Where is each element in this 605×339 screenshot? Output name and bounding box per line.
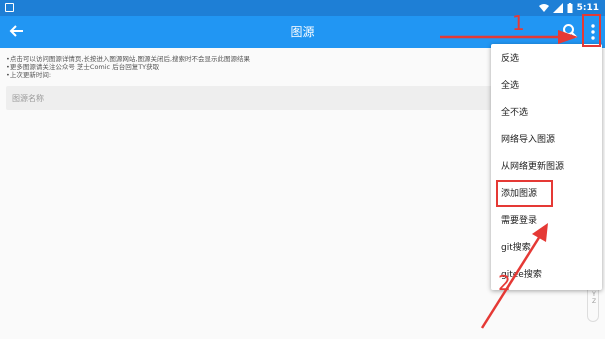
info-notes: •点击可以访问图源详情页,长按进入图源网站,图源关闭后,搜索时不会显示此图源结果… — [6, 55, 250, 79]
note-line: •更多图源请关注公众号 芝士Comic 后台回复TY获取 — [6, 63, 160, 71]
status-bar: 5:11 — [0, 0, 605, 16]
alphabet-letter[interactable]: Y — [589, 291, 599, 298]
menu-item-invert-select[interactable]: 反选 — [491, 46, 602, 73]
menu-item-update-from-network[interactable]: 从网络更新图源 — [491, 154, 602, 181]
menu-item-git-search[interactable]: git搜索 — [491, 235, 602, 262]
menu-item-login-required[interactable]: 需要登录 — [491, 208, 602, 235]
overflow-menu: 反选 全选 全不选 网络导入图源 从网络更新图源 添加图源 需要登录 git搜索… — [491, 44, 602, 290]
page-title: 图源 — [290, 25, 315, 39]
source-name-input[interactable] — [12, 91, 572, 105]
signal-icon — [552, 3, 563, 13]
search-icon[interactable] — [562, 23, 578, 39]
menu-item-select-all[interactable]: 全选 — [491, 73, 602, 100]
note-line: •上次更新时间: — [6, 71, 52, 79]
alphabet-letter[interactable]: Z — [589, 298, 599, 305]
highlight-box-add-source — [496, 180, 553, 207]
menu-item-select-none[interactable]: 全不选 — [491, 100, 602, 127]
wifi-icon — [538, 4, 549, 12]
battery-icon — [567, 3, 573, 13]
note-line: •点击可以访问图源详情页,长按进入图源网站,图源关闭后,搜索时不会显示此图源结果 — [6, 55, 251, 63]
menu-item-gitee-search[interactable]: gitee搜索 — [491, 262, 602, 289]
menu-item-import-from-network[interactable]: 网络导入图源 — [491, 127, 602, 154]
highlight-box-more-menu — [582, 14, 601, 47]
notification-icon — [5, 3, 14, 12]
status-time: 5:11 — [576, 3, 599, 13]
